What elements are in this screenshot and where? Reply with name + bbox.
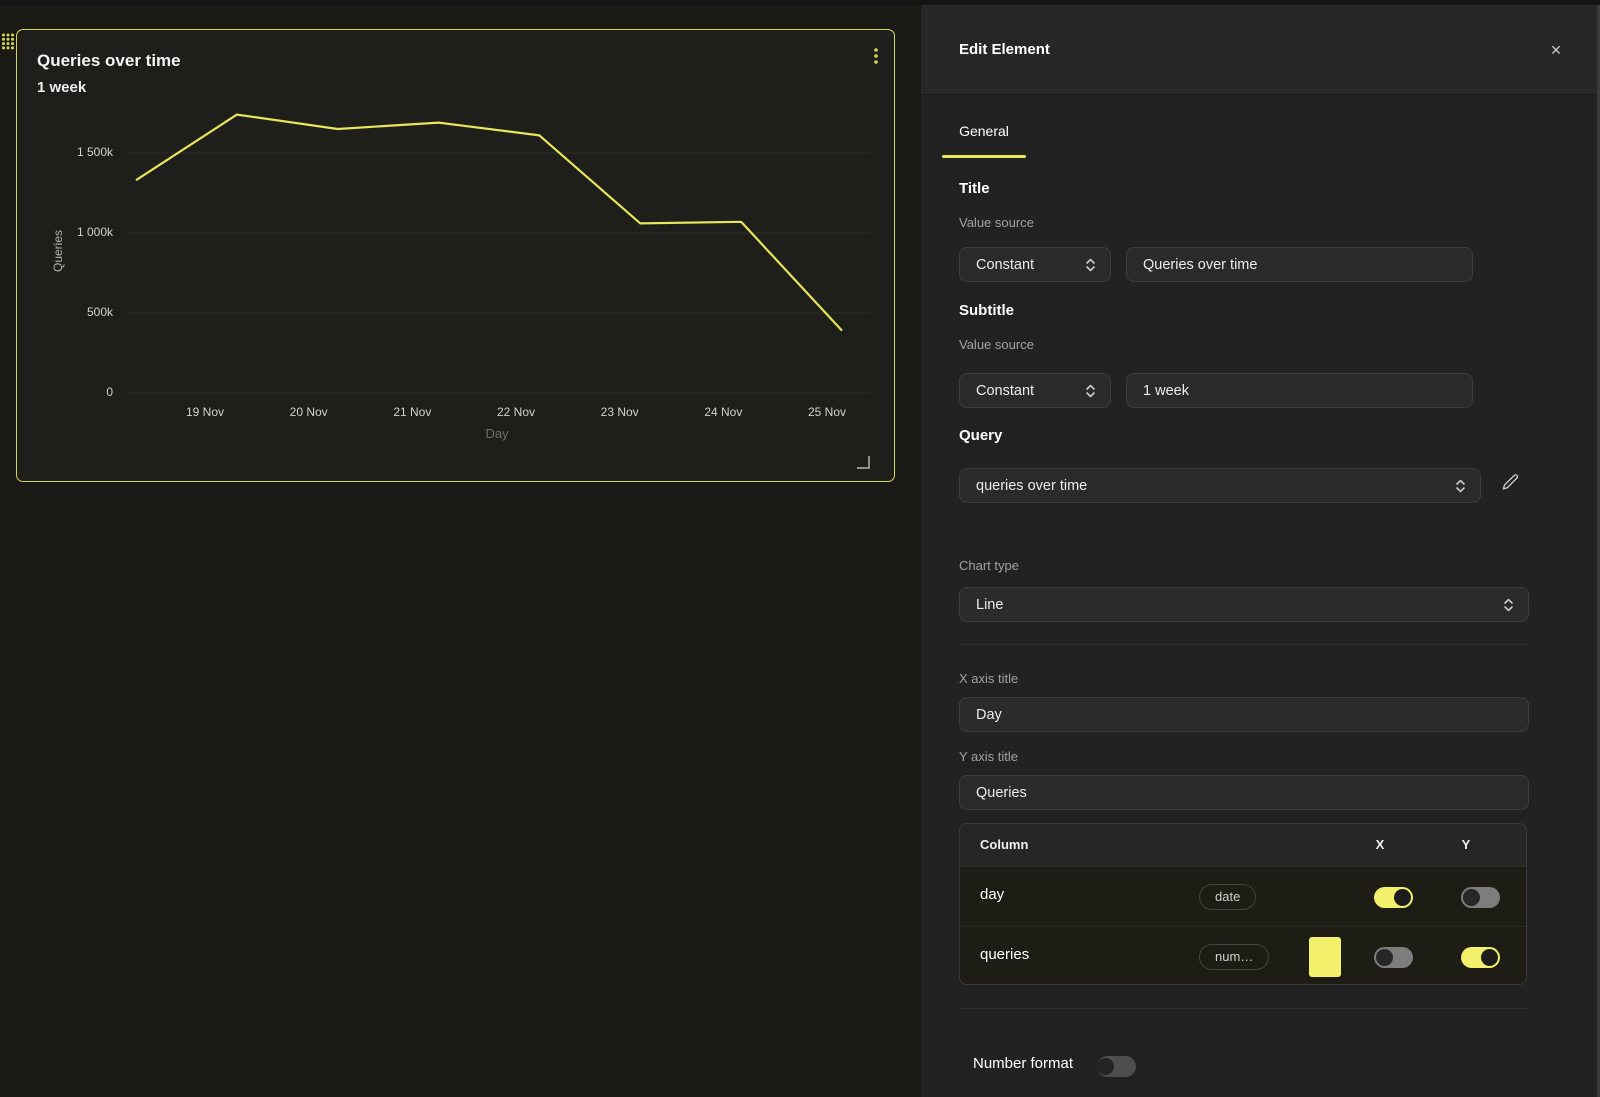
chart-card-subtitle: 1 week bbox=[37, 79, 86, 96]
y-axis-title-input[interactable] bbox=[959, 775, 1529, 810]
data-line bbox=[136, 115, 842, 331]
column-name: day bbox=[980, 886, 1004, 903]
dashboard-canvas: Queries over time 1 week 0500k1 000k1 50… bbox=[0, 0, 920, 1097]
x-tick-label: 25 Nov bbox=[785, 405, 869, 419]
pencil-icon bbox=[1501, 473, 1519, 491]
chart-type-select[interactable]: Line bbox=[959, 587, 1529, 622]
toggle-knob bbox=[1376, 949, 1393, 966]
x-tick-label: 19 Nov bbox=[163, 405, 247, 419]
title-source-select[interactable]: Constant bbox=[959, 247, 1111, 282]
close-button[interactable]: ✕ bbox=[1545, 39, 1567, 61]
title-section-heading: Title bbox=[959, 180, 990, 197]
subtitle-section-heading: Subtitle bbox=[959, 302, 1014, 319]
column-header: Column bbox=[980, 837, 1028, 852]
toggle-knob bbox=[1463, 889, 1480, 906]
chart-card[interactable]: Queries over time 1 week 0500k1 000k1 50… bbox=[16, 29, 895, 482]
section-divider bbox=[959, 644, 1529, 645]
section-divider bbox=[959, 1008, 1527, 1009]
close-icon: ✕ bbox=[1550, 42, 1562, 59]
top-bar bbox=[0, 0, 1600, 5]
chevron-up-down-icon bbox=[1085, 384, 1096, 398]
column-type-badge: num… bbox=[1199, 944, 1269, 970]
x-axis-title: Day bbox=[447, 426, 547, 441]
card-menu-button[interactable] bbox=[870, 45, 882, 67]
tab-general[interactable]: General bbox=[942, 123, 1026, 139]
table-row: queries num… bbox=[960, 926, 1526, 985]
x-toggle[interactable] bbox=[1374, 887, 1413, 908]
y-tick-label: 1 500k bbox=[17, 145, 113, 159]
drag-handle-icon[interactable] bbox=[1, 32, 15, 56]
column-name: queries bbox=[980, 946, 1029, 963]
x-tick-label: 23 Nov bbox=[578, 405, 662, 419]
y-toggle[interactable] bbox=[1461, 947, 1500, 968]
number-format-label: Number format bbox=[973, 1055, 1073, 1072]
chart-type-label: Chart type bbox=[959, 558, 1019, 573]
chevron-up-down-icon bbox=[1455, 479, 1466, 493]
tab-active-underline bbox=[942, 155, 1026, 158]
resize-handle[interactable] bbox=[857, 456, 870, 469]
y-axis-title-label: Y axis title bbox=[959, 749, 1018, 764]
x-axis-title-label: X axis title bbox=[959, 671, 1018, 686]
x-tick-label: 22 Nov bbox=[474, 405, 558, 419]
subtitle-value-input[interactable] bbox=[1126, 373, 1473, 408]
x-toggle[interactable] bbox=[1374, 947, 1413, 968]
kebab-menu-icon bbox=[873, 47, 879, 65]
edit-query-button[interactable] bbox=[1499, 471, 1521, 493]
y-toggle[interactable] bbox=[1461, 887, 1500, 908]
y-axis-title: Queries bbox=[51, 176, 67, 326]
panel-title: Edit Element bbox=[959, 41, 1050, 58]
column-type-badge: date bbox=[1199, 884, 1256, 910]
y-header: Y bbox=[1446, 837, 1486, 852]
y-tick-label: 0 bbox=[17, 385, 113, 399]
app-window: Queries over time 1 week 0500k1 000k1 50… bbox=[0, 0, 1600, 1097]
columns-table-header: Column X Y bbox=[960, 824, 1526, 866]
toggle-knob bbox=[1097, 1058, 1114, 1075]
chart-card-title: Queries over time bbox=[37, 51, 181, 71]
x-tick-label: 21 Nov bbox=[370, 405, 454, 419]
title-value-input[interactable] bbox=[1126, 247, 1473, 282]
chevron-up-down-icon bbox=[1085, 258, 1096, 272]
columns-table: Column X Y day date queries num… bbox=[959, 823, 1527, 985]
x-tick-label: 20 Nov bbox=[267, 405, 351, 419]
toggle-knob bbox=[1394, 889, 1411, 906]
x-header: X bbox=[1360, 837, 1400, 852]
x-tick-label: 24 Nov bbox=[681, 405, 765, 419]
subtitle-source-select[interactable]: Constant bbox=[959, 373, 1111, 408]
x-axis-title-input[interactable] bbox=[959, 697, 1529, 732]
toggle-knob bbox=[1481, 949, 1498, 966]
title-value-source-label: Value source bbox=[959, 215, 1034, 230]
query-select[interactable]: queries over time bbox=[959, 468, 1481, 503]
series-color-swatch[interactable] bbox=[1309, 937, 1341, 977]
chevron-up-down-icon bbox=[1503, 598, 1514, 612]
edit-element-panel: Edit Element ✕ General Title Value sourc… bbox=[920, 0, 1600, 1097]
number-format-toggle[interactable] bbox=[1097, 1056, 1136, 1077]
subtitle-value-source-label: Value source bbox=[959, 337, 1034, 352]
table-row: day date bbox=[960, 866, 1526, 926]
query-section-heading: Query bbox=[959, 427, 1002, 444]
